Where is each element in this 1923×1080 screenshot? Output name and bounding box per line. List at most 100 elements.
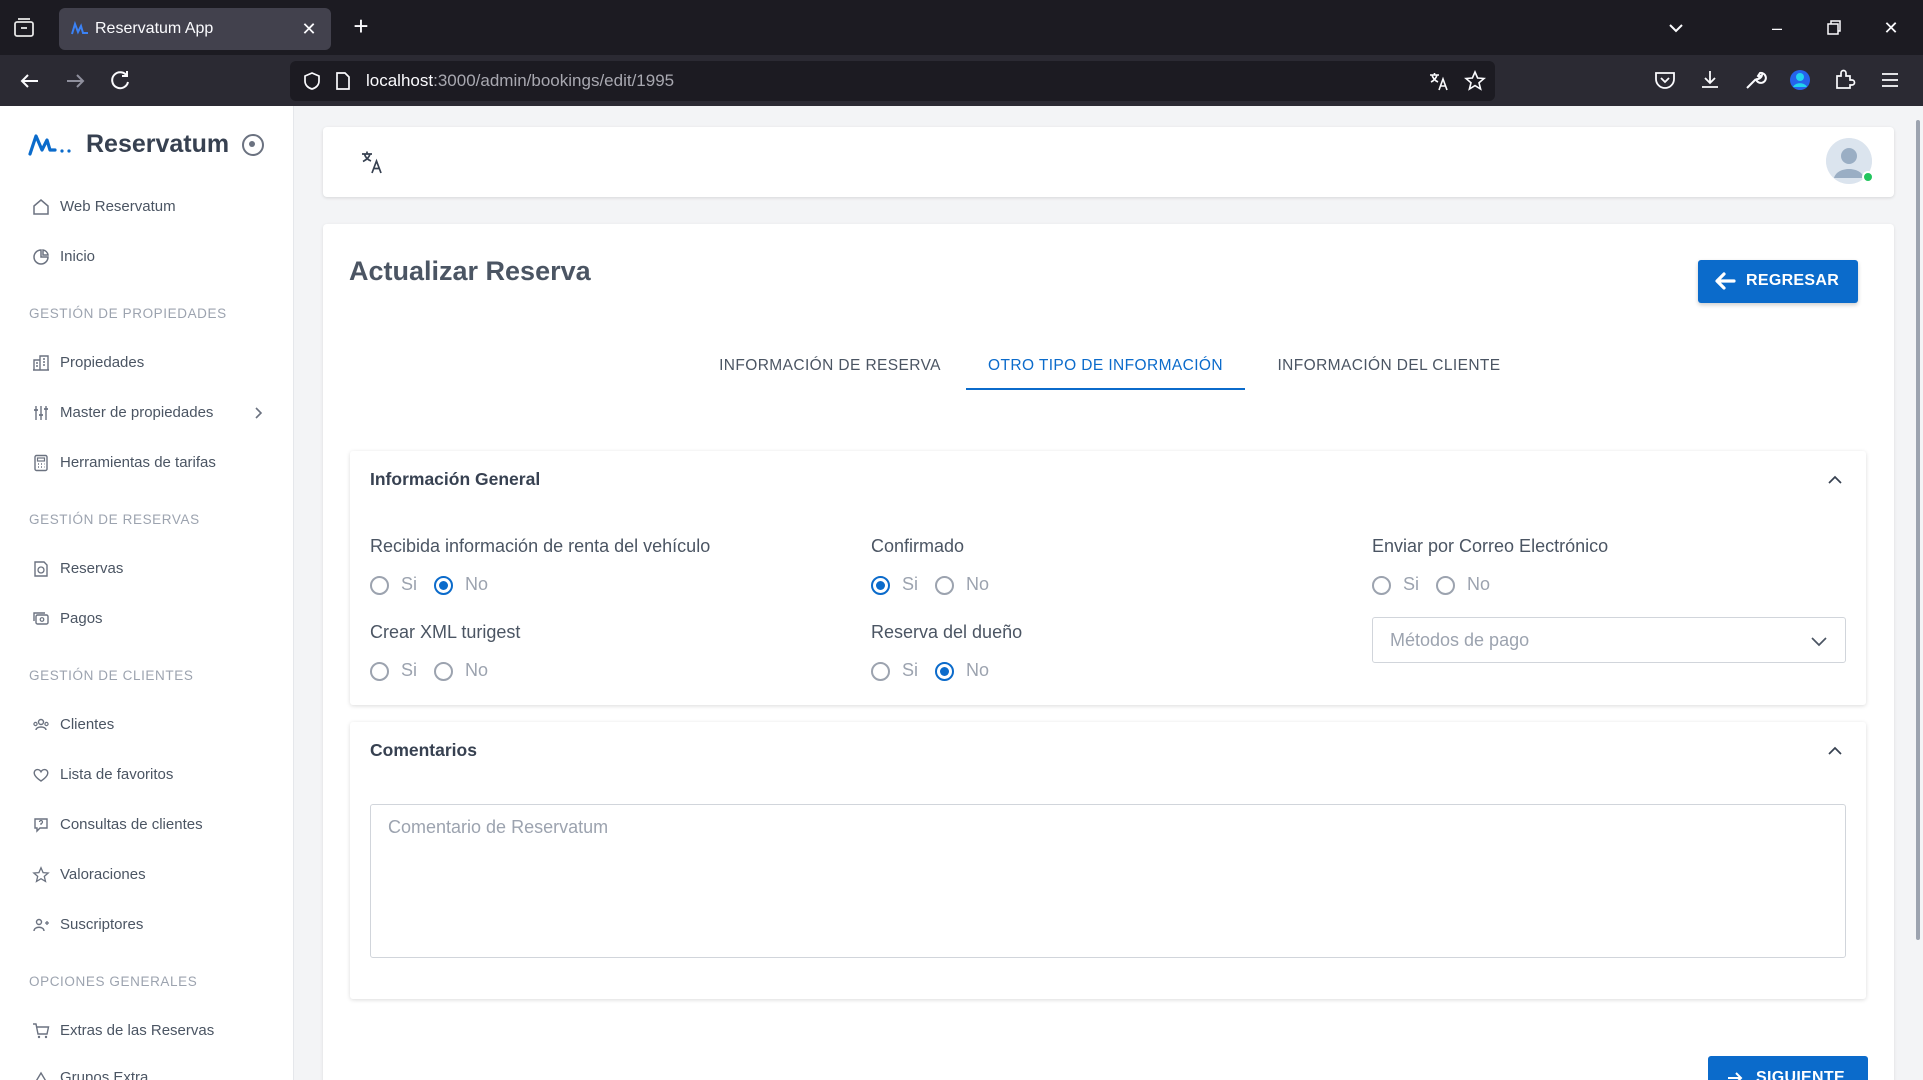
radio-label: Si: [401, 574, 418, 594]
browser-tab[interactable]: Reservatum App ✕: [59, 8, 331, 50]
sidebar-section-title: GESTIÓN DE CLIENTES: [29, 668, 194, 683]
confirmed-radio-group: Si No: [871, 573, 1071, 597]
bookings-icon: [34, 561, 48, 577]
sidebar-item-lista-favoritos[interactable]: Lista de favoritos: [32, 760, 272, 790]
sidebar-item-pagos[interactable]: Pagos: [32, 604, 272, 634]
next-button[interactable]: SIGUIENTE: [1708, 1056, 1868, 1080]
radio-circle: [871, 662, 890, 681]
users-icon: [33, 718, 49, 731]
radio-circle: [935, 662, 954, 681]
send-email-radio-group: Si No: [1372, 573, 1572, 597]
sidebar-section-title: GESTIÓN DE RESERVAS: [29, 512, 200, 527]
menu-hamburger-icon[interactable]: [1877, 67, 1903, 93]
group-icon: [35, 1071, 47, 1080]
tracking-shield-icon[interactable]: [302, 71, 322, 91]
restore-window-button[interactable]: [1820, 14, 1848, 42]
textarea-placeholder: Comentario de Reservatum: [388, 817, 609, 837]
extension-account-icon[interactable]: [1787, 67, 1813, 93]
subscribers-icon: [33, 918, 49, 932]
payments-icon: [33, 612, 49, 625]
sidebar-toggle-icon[interactable]: [242, 134, 264, 156]
tab-otro-tipo-informacion[interactable]: OTRO TIPO DE INFORMACIÓN: [966, 344, 1245, 390]
chevron-up-icon[interactable]: [1826, 471, 1844, 489]
back-button-label: REGRESAR: [1746, 272, 1840, 289]
heart-icon: [33, 768, 49, 782]
forward-arrow-icon[interactable]: [61, 67, 89, 95]
back-button[interactable]: REGRESAR: [1698, 260, 1858, 303]
sidebar-item-master-propiedades[interactable]: Master de propiedades: [32, 398, 272, 428]
minimize-window-button[interactable]: –: [1763, 14, 1791, 42]
radio-label: Si: [902, 574, 919, 594]
comment-textarea[interactable]: Comentario de Reservatum: [370, 804, 1846, 958]
dashboard-icon: [33, 249, 49, 265]
sidebar-item-clientes[interactable]: Clientes: [32, 710, 272, 740]
online-status-dot: [1862, 171, 1874, 183]
sidebar-item-label: Consultas de clientes: [60, 816, 203, 833]
sidebar-item-extras-reservas[interactable]: Extras de las Reservas: [32, 1016, 272, 1046]
back-arrow-icon[interactable]: [16, 67, 44, 95]
sidebar-item-herramientas-tarifas[interactable]: Herramientas de tarifas: [32, 448, 272, 478]
page-scrollbar[interactable]: [1914, 106, 1923, 1080]
radio-label: No: [966, 660, 990, 680]
xml-turigest-label: Crear XML turigest: [370, 622, 521, 642]
browser-tab-title: Reservatum App: [95, 20, 214, 37]
sidebar-item-valoraciones[interactable]: Valoraciones: [32, 860, 272, 890]
tab-label: INFORMACIÓN DEL CLIENTE: [1277, 357, 1501, 374]
sidebar-item-consultas-clientes[interactable]: Consultas de clientes: [32, 810, 272, 840]
browser-tab-bar: Reservatum App ✕ + – ✕: [0, 0, 1923, 55]
wrench-icon[interactable]: [1742, 67, 1768, 93]
brand[interactable]: Reservatum: [28, 126, 288, 166]
buildings-icon: [33, 355, 49, 371]
confirmed-label: Confirmado: [871, 536, 965, 556]
close-tab-icon[interactable]: ✕: [297, 17, 321, 41]
sidebar-section-title: OPCIONES GENERALES: [29, 974, 198, 989]
radio-circle: [1372, 576, 1391, 595]
tab-overflow-chevron-icon[interactable]: [1662, 14, 1690, 42]
vehicle-rental-radio-group: Si No: [370, 573, 570, 597]
tab-list-icon[interactable]: [12, 16, 36, 40]
radio-circle: [434, 662, 453, 681]
sidebar-item-reservas[interactable]: Reservas: [32, 554, 272, 584]
new-tab-button[interactable]: +: [348, 13, 374, 40]
extensions-puzzle-icon[interactable]: [1832, 67, 1858, 93]
sidebar-item-label: Reservas: [60, 560, 124, 577]
sidebar-item-inicio[interactable]: Inicio: [32, 242, 272, 272]
sidebar-item-suscriptores[interactable]: Suscriptores: [32, 910, 272, 940]
radio-circle: [871, 576, 890, 595]
sidebar-item-label: Herramientas de tarifas: [60, 454, 216, 471]
browser-nav-bar: localhost:3000/admin/bookings/edit/1995: [0, 55, 1923, 106]
radio-circle: [434, 576, 453, 595]
general-info-panel: Información General Recibida información…: [350, 451, 1866, 705]
url-text[interactable]: localhost:3000/admin/bookings/edit/1995: [366, 71, 674, 91]
home-icon: [33, 199, 49, 215]
payment-methods-select[interactable]: Métodos de pago: [1372, 617, 1846, 663]
radio-label: Si: [1403, 574, 1420, 594]
close-window-button[interactable]: ✕: [1877, 14, 1905, 42]
vehicle-rental-label: Recibida información de renta del vehícu…: [370, 536, 711, 556]
tab-informacion-reserva[interactable]: INFORMACIÓN DE RESERVA: [710, 344, 950, 390]
tab-informacion-cliente[interactable]: INFORMACIÓN DEL CLIENTE: [1261, 344, 1517, 390]
url-path: :3000/admin/bookings/edit/1995: [433, 71, 675, 90]
comments-panel: Comentarios Comentario de Reservatum: [350, 722, 1866, 999]
pocket-icon[interactable]: [1652, 67, 1678, 93]
panel-title: Información General: [370, 469, 541, 489]
url-bar[interactable]: localhost:3000/admin/bookings/edit/1995: [290, 61, 1495, 101]
reservatum-logo-icon: [28, 134, 71, 156]
chevron-down-icon: [1811, 637, 1827, 647]
language-translate-icon[interactable]: [361, 149, 385, 175]
panel-title: Comentarios: [370, 740, 477, 760]
reload-icon[interactable]: [106, 67, 134, 95]
scrollbar-thumb[interactable]: [1916, 120, 1920, 940]
sidebar-item-label: Inicio: [60, 248, 96, 265]
page-info-icon[interactable]: [334, 71, 352, 91]
sidebar-item-grupos-extra[interactable]: Grupos Extra: [32, 1063, 272, 1080]
bookmark-star-icon[interactable]: [1464, 69, 1486, 92]
form-tabs: INFORMACIÓN DE RESERVA OTRO TIPO DE INFO…: [323, 344, 1894, 390]
sidebar-item-propiedades[interactable]: Propiedades: [32, 348, 272, 378]
calculator-icon: [34, 454, 48, 472]
cart-icon: [33, 1023, 50, 1039]
translate-page-icon[interactable]: [1428, 70, 1450, 92]
sidebar-item-web-reservatum[interactable]: Web Reservatum: [32, 192, 272, 222]
downloads-icon[interactable]: [1697, 67, 1723, 93]
chevron-up-icon[interactable]: [1826, 742, 1844, 760]
